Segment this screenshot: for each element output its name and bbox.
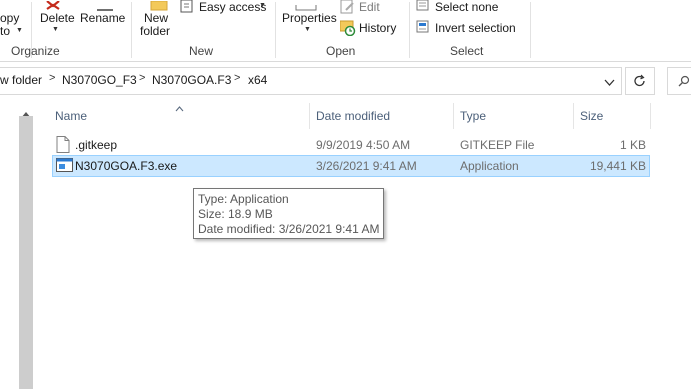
history-button[interactable]: History (359, 21, 396, 35)
search-icon (678, 75, 690, 87)
file-info-tooltip: Type: Application Size: 18.9 MB Date mod… (193, 188, 384, 239)
easy-access-button[interactable]: Easy access (199, 0, 266, 14)
application-exe-icon (56, 158, 73, 176)
blank-file-icon (56, 136, 70, 156)
file-list: Name Date modified Type Size .gitkeep 9/… (36, 100, 691, 389)
chevron-down-icon: ▼ (52, 26, 59, 33)
copy-to-button-label[interactable]: to (0, 24, 10, 38)
file-name: N3070GOA.F3.exe (75, 159, 178, 173)
invert-selection-icon (416, 20, 430, 37)
organize-group-label: Organize (11, 44, 60, 58)
column-header-type[interactable]: Type (460, 109, 486, 123)
properties-button[interactable]: Properties (282, 11, 337, 25)
chevron-right-icon[interactable]: > (139, 72, 145, 84)
column-header-date-modified[interactable]: Date modified (316, 109, 390, 123)
breadcrumb-item[interactable]: w folder (0, 73, 42, 87)
new-group-label: New (189, 44, 214, 58)
copy-button-label[interactable]: opy (0, 11, 19, 25)
breadcrumb-item[interactable]: N3070GO_F3 (62, 73, 137, 87)
file-size: 1 KB (619, 138, 646, 152)
column-divider[interactable] (573, 103, 574, 129)
ribbon: opy to ▼ Delete ▼ Rename Organize New fo… (0, 0, 691, 62)
column-divider[interactable] (453, 103, 454, 129)
search-box[interactable] (667, 67, 691, 95)
group-divider (131, 2, 132, 58)
group-divider (530, 2, 531, 58)
new-folder-button-line2[interactable]: folder (140, 24, 170, 38)
sort-ascending-icon (175, 101, 184, 115)
file-date-modified: 3/26/2021 9:41 AM (316, 159, 417, 173)
new-folder-button[interactable]: New (144, 11, 168, 25)
chevron-right-icon[interactable]: > (234, 72, 240, 84)
table-row[interactable]: .gitkeep 9/9/2019 4:50 AM GITKEEP File 1… (52, 134, 650, 156)
tooltip-type: Type: Application (198, 192, 289, 206)
history-icon (339, 20, 356, 39)
breadcrumb-item[interactable]: N3070GOA.F3 (152, 73, 231, 87)
file-type: Application (460, 159, 519, 173)
breadcrumb-item[interactable]: x64 (248, 73, 267, 87)
table-row[interactable]: N3070GOA.F3.exe 3/26/2021 9:41 AM Applic… (52, 155, 650, 177)
refresh-button[interactable] (625, 67, 655, 95)
scrollbar-thumb[interactable] (19, 116, 33, 389)
select-none-button[interactable]: Select none (435, 0, 498, 14)
select-group-label: Select (450, 44, 484, 58)
tooltip-size: Size: 18.9 MB (198, 207, 273, 221)
chevron-right-icon[interactable]: > (49, 72, 55, 84)
column-header-name[interactable]: Name (55, 109, 87, 123)
delete-button[interactable]: Delete (40, 11, 75, 25)
rename-button[interactable]: Rename (80, 11, 125, 25)
file-date-modified: 9/9/2019 4:50 AM (316, 138, 411, 152)
easy-access-icon (180, 0, 194, 17)
group-divider (409, 2, 410, 58)
chevron-down-icon: ▼ (259, 2, 266, 9)
chevron-down-icon: ▼ (16, 27, 23, 34)
group-divider (275, 2, 276, 58)
file-type: GITKEEP File (460, 138, 535, 152)
edit-icon (340, 0, 356, 17)
chevron-down-icon: ▼ (304, 26, 311, 33)
file-name: .gitkeep (75, 138, 118, 152)
refresh-icon (634, 74, 645, 87)
column-header-size[interactable]: Size (580, 109, 603, 123)
file-size: 19,441 KB (589, 159, 646, 173)
address-row: w folder > N3070GO_F3 > N3070GOA.F3 > x6… (0, 62, 691, 100)
select-none-icon (416, 0, 430, 15)
column-divider[interactable] (650, 103, 651, 129)
tooltip-date-modified: Date modified: 3/26/2021 9:41 AM (198, 222, 380, 236)
edit-button[interactable]: Edit (359, 0, 380, 14)
column-divider[interactable] (309, 103, 310, 129)
chevron-down-icon[interactable] (604, 76, 615, 90)
open-group-label: Open (326, 44, 356, 58)
invert-selection-button[interactable]: Invert selection (435, 21, 516, 35)
